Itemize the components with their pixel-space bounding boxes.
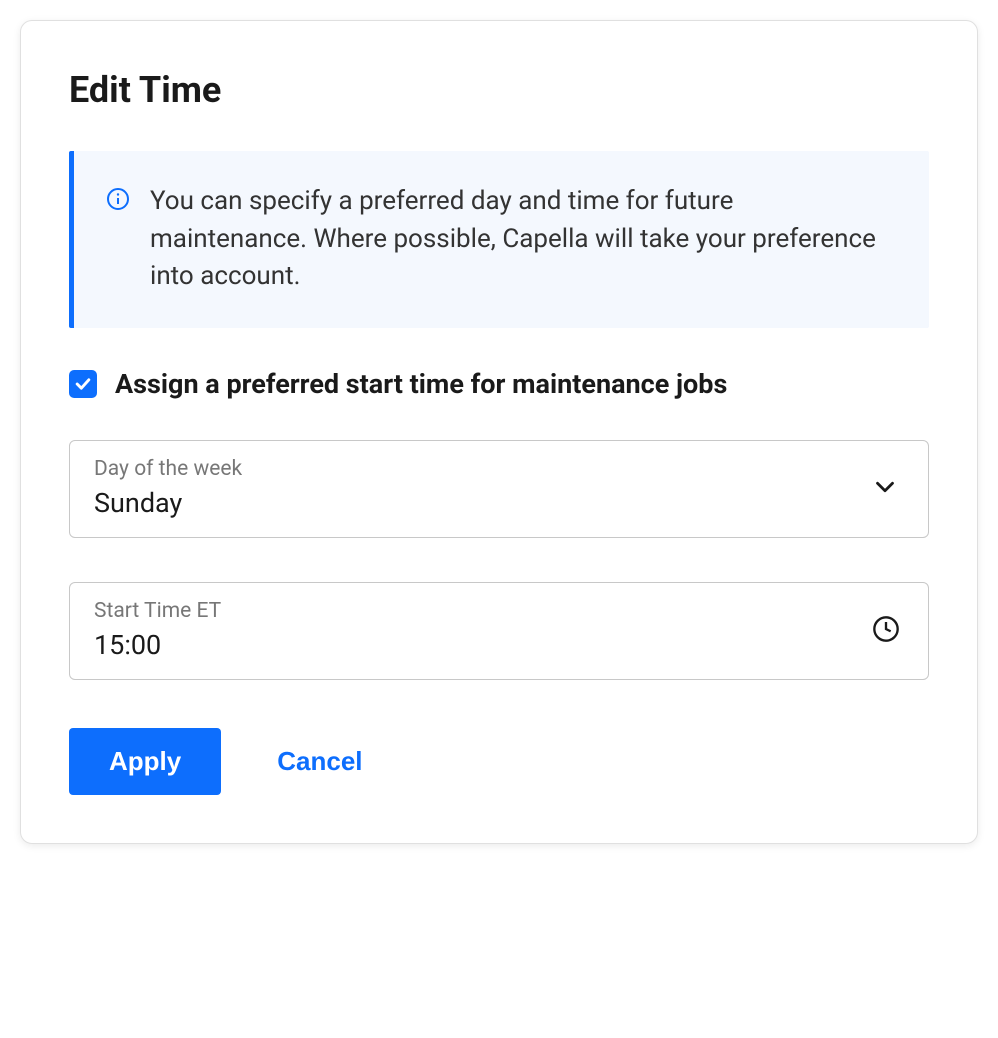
check-icon xyxy=(73,374,93,394)
chevron-down-icon xyxy=(870,472,900,506)
day-of-week-label: Day of the week xyxy=(94,457,904,481)
assign-preferred-label: Assign a preferred start time for mainte… xyxy=(115,368,727,400)
edit-time-dialog: Edit Time You can specify a preferred da… xyxy=(20,20,978,844)
assign-preferred-checkbox[interactable] xyxy=(69,370,97,398)
day-of-week-value: Sunday xyxy=(94,487,904,519)
info-banner: You can specify a preferred day and time… xyxy=(69,151,929,328)
start-time-input[interactable]: Start Time ET 15:00 xyxy=(69,582,929,680)
start-time-value: 15:00 xyxy=(94,629,904,661)
assign-preferred-checkbox-row: Assign a preferred start time for mainte… xyxy=(69,368,929,400)
info-icon xyxy=(106,187,130,211)
clock-icon xyxy=(872,615,900,647)
apply-button[interactable]: Apply xyxy=(69,728,221,795)
day-of-week-select[interactable]: Day of the week Sunday xyxy=(69,440,929,538)
info-text: You can specify a preferred day and time… xyxy=(150,183,889,296)
start-time-label: Start Time ET xyxy=(94,599,904,623)
cancel-button[interactable]: Cancel xyxy=(277,746,362,777)
dialog-actions: Apply Cancel xyxy=(69,728,929,795)
dialog-title: Edit Time xyxy=(69,69,929,111)
